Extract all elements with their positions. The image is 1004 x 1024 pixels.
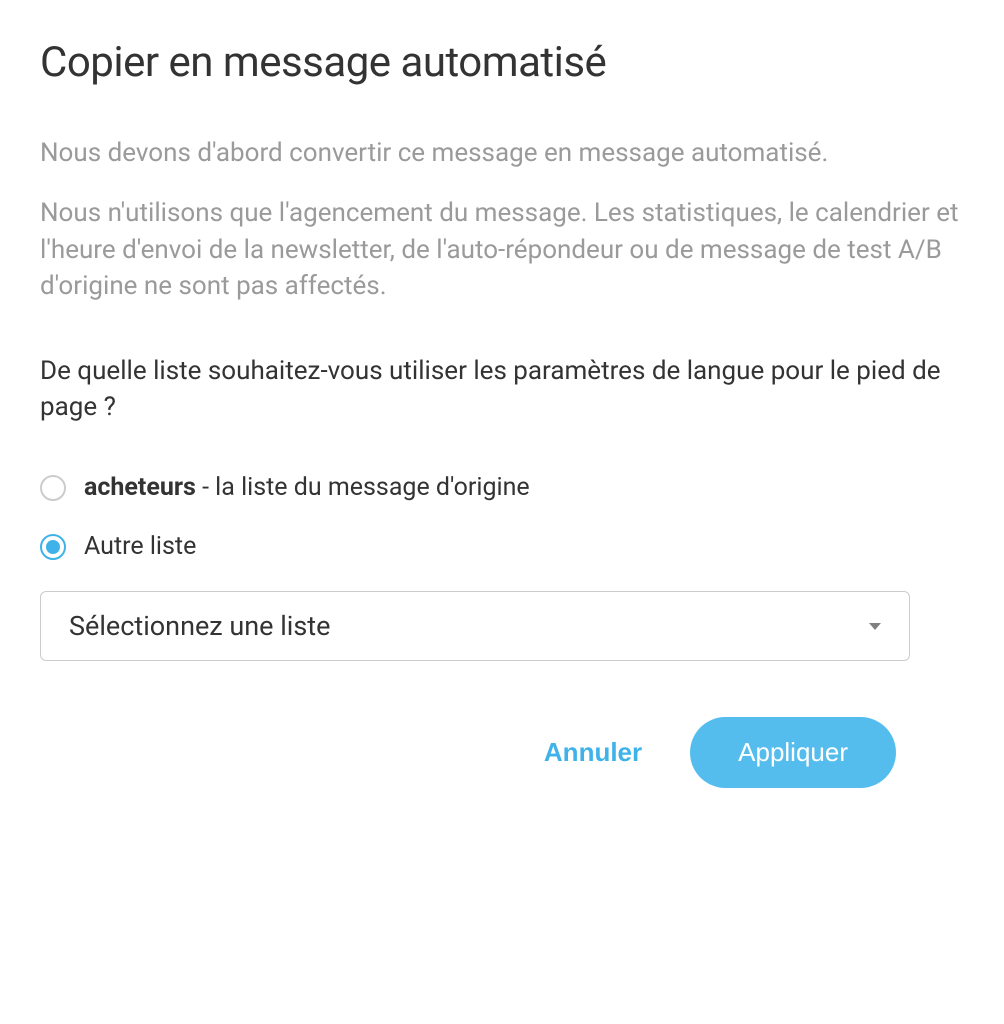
radio-option-original-list[interactable]: acheteurs - la liste du message d'origin… bbox=[40, 473, 964, 502]
button-row: Annuler Appliquer bbox=[40, 717, 964, 788]
question-label: De quelle liste souhaitez-vous utiliser … bbox=[40, 353, 964, 426]
radio-icon bbox=[40, 475, 66, 501]
radio-label-rest: - la liste du message d'origine bbox=[196, 473, 530, 502]
list-select-dropdown[interactable]: Sélectionnez une liste bbox=[40, 591, 910, 661]
radio-icon-selected bbox=[40, 534, 66, 560]
radio-group: acheteurs - la liste du message d'origin… bbox=[40, 473, 964, 561]
description-paragraph-2: Nous n'utilisons que l'agencement du mes… bbox=[40, 195, 964, 304]
apply-button[interactable]: Appliquer bbox=[690, 717, 896, 788]
dialog-description: Nous devons d'abord convertir ce message… bbox=[40, 135, 964, 305]
radio-label-rest: Autre liste bbox=[84, 532, 196, 561]
select-placeholder: Sélectionnez une liste bbox=[69, 610, 330, 642]
radio-label-bold: acheteurs bbox=[84, 473, 196, 502]
radio-option-other-list[interactable]: Autre liste bbox=[40, 532, 964, 561]
radio-label: acheteurs - la liste du message d'origin… bbox=[84, 473, 530, 502]
description-paragraph-1: Nous devons d'abord convertir ce message… bbox=[40, 135, 964, 171]
dialog-title: Copier en message automatisé bbox=[40, 38, 964, 87]
caret-down-icon bbox=[869, 623, 881, 630]
cancel-button[interactable]: Annuler bbox=[544, 737, 642, 768]
radio-label: Autre liste bbox=[84, 532, 196, 561]
